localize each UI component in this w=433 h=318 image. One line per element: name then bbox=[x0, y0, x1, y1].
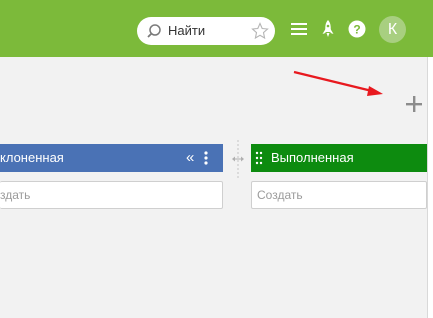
column-resize-icon[interactable] bbox=[229, 140, 247, 180]
svg-text:?: ? bbox=[353, 23, 360, 37]
collapse-icon[interactable]: « bbox=[186, 144, 194, 172]
menu-icon[interactable] bbox=[291, 22, 307, 36]
kebab-menu-icon[interactable] bbox=[204, 151, 208, 165]
search-icon bbox=[147, 24, 161, 38]
create-card-input[interactable]: здать bbox=[0, 181, 223, 209]
vertical-scrollbar[interactable] bbox=[427, 57, 433, 318]
search-input[interactable]: Найти bbox=[168, 23, 205, 39]
column-header-rejected[interactable]: клоненная « bbox=[0, 144, 223, 172]
create-card-placeholder: здать bbox=[0, 188, 31, 202]
avatar[interactable]: К bbox=[379, 16, 406, 43]
rocket-icon[interactable] bbox=[320, 20, 336, 38]
create-card-input[interactable]: Создать bbox=[251, 181, 427, 209]
create-card-placeholder: Создать bbox=[257, 188, 303, 202]
search-box[interactable]: Найти bbox=[137, 17, 275, 45]
star-icon[interactable] bbox=[251, 22, 269, 40]
column-header-completed[interactable]: Выполненная bbox=[251, 144, 427, 172]
drag-handle-icon[interactable] bbox=[255, 151, 263, 165]
help-icon[interactable]: ? bbox=[348, 20, 366, 38]
add-column-icon[interactable] bbox=[405, 95, 423, 113]
column-title: клоненная bbox=[0, 150, 64, 165]
column-title: Выполненная bbox=[271, 150, 354, 165]
top-bar: Найти ? К bbox=[0, 0, 433, 57]
